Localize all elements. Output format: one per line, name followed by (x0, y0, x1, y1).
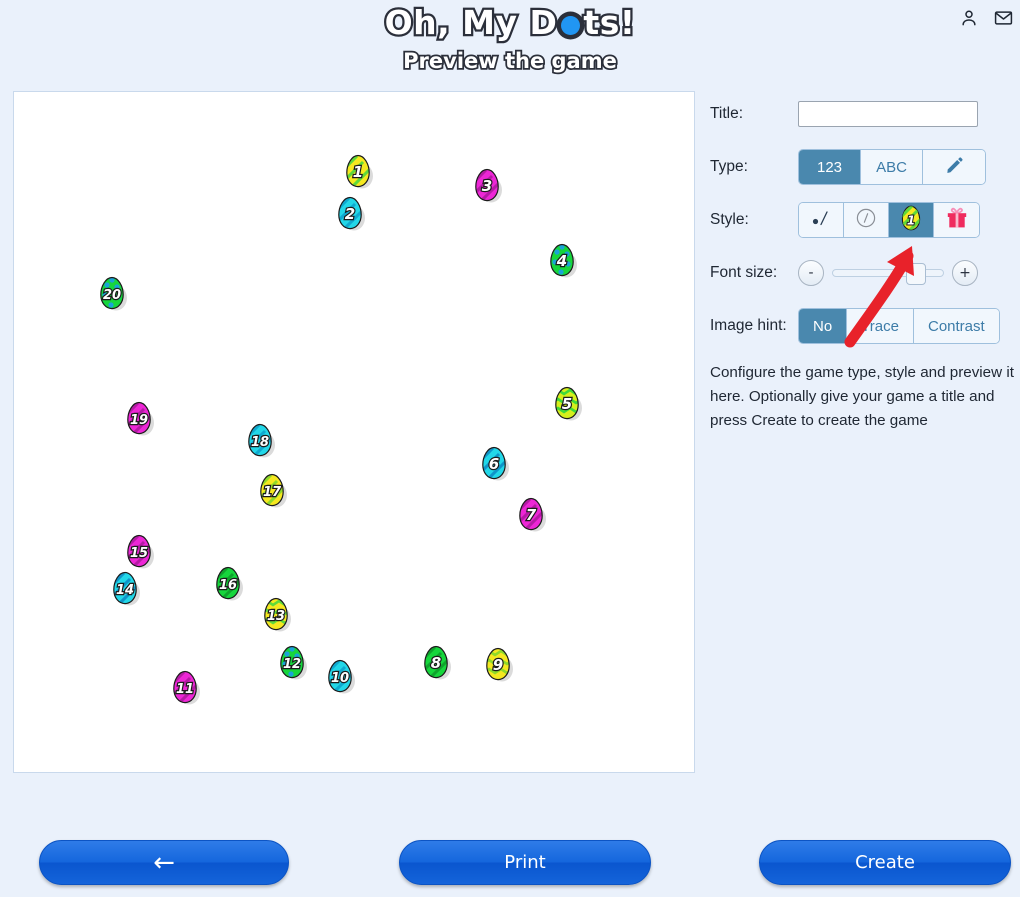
svg-text:12: 12 (283, 657, 301, 672)
font-size-row: Font size: - + (710, 255, 1010, 291)
svg-text:2: 2 (345, 205, 355, 223)
type-option-abc[interactable]: ABC (861, 150, 923, 184)
easter-egg-icon: 1 (901, 205, 921, 235)
style-option-egg[interactable]: 1 (889, 203, 934, 237)
app-logo: Oh, My D ts! (0, 1, 1020, 44)
svg-text:4: 4 (556, 252, 567, 270)
type-row: Type: 123 ABC (710, 149, 1010, 185)
dot-4[interactable]: 4 (549, 243, 577, 278)
image-hint-option-trace[interactable]: Trace (847, 309, 914, 343)
image-hint-label: Image hint: (710, 317, 787, 334)
dot-18[interactable]: 18 (247, 423, 275, 458)
type-label: Type: (710, 158, 748, 175)
style-option-dot[interactable] (799, 203, 844, 237)
page-subtitle: Preview the game (401, 47, 618, 75)
logo-text-after: ts! (581, 1, 637, 44)
dot-2[interactable]: 2 (337, 196, 365, 231)
dot-5[interactable]: 5 (554, 386, 582, 421)
blue-circle-o-icon (560, 16, 580, 35)
action-button-row: ← Print Create (0, 840, 1020, 890)
font-size-slider-group: - + (798, 260, 978, 286)
style-option-circle[interactable] (844, 203, 889, 237)
dot-slash-icon (808, 207, 834, 233)
dot-6[interactable]: 6 (481, 446, 509, 481)
panel-description: Configure the game type, style and previ… (710, 364, 1014, 429)
circle-slash-icon (854, 206, 878, 234)
svg-text:19: 19 (130, 413, 148, 428)
svg-text:11: 11 (176, 682, 194, 697)
page-header: Oh, My D ts! Preview the game (0, 0, 1020, 75)
title-input[interactable] (798, 101, 978, 127)
dot-20[interactable]: 20 (99, 276, 127, 311)
svg-text:10: 10 (331, 671, 349, 686)
font-size-slider-track[interactable] (832, 263, 944, 285)
font-size-increase-button[interactable]: + (952, 260, 978, 286)
print-button[interactable]: Print (399, 840, 651, 885)
pencil-icon (945, 156, 964, 179)
title-label: Title: (710, 105, 744, 122)
gift-box-icon (945, 206, 969, 234)
dot-3[interactable]: 3 (474, 168, 502, 203)
svg-text:5: 5 (562, 395, 572, 413)
font-size-label: Font size: (710, 264, 778, 281)
svg-text:13: 13 (267, 609, 285, 624)
svg-text:9: 9 (493, 656, 503, 674)
arrow-left-icon: ← (153, 847, 175, 878)
type-option-123[interactable]: 123 (799, 150, 861, 184)
game-preview-canvas[interactable]: 1 2 3 4 5 6 7 8 9 10 11 12 13 14 15 16 17 18 19 20 (13, 91, 695, 773)
svg-text:17: 17 (263, 485, 282, 500)
dot-17[interactable]: 17 (259, 473, 287, 508)
svg-text:3: 3 (482, 177, 492, 195)
dot-10[interactable]: 10 (327, 659, 355, 694)
svg-text:15: 15 (130, 546, 148, 561)
style-row: Style: 1 (710, 202, 1010, 238)
type-option-freehand[interactable] (923, 150, 985, 184)
font-size-slider-thumb[interactable] (905, 263, 926, 285)
style-option-gift[interactable] (934, 203, 979, 237)
image-hint-option-contrast[interactable]: Contrast (913, 309, 999, 343)
dot-19[interactable]: 19 (126, 401, 154, 436)
image-hint-option-no[interactable]: No (799, 309, 848, 343)
svg-text:16: 16 (219, 578, 237, 593)
title-row: Title: (710, 96, 1010, 132)
image-hint-row: Image hint: No Trace Contrast (710, 308, 1010, 344)
svg-text:20: 20 (103, 288, 121, 303)
dot-14[interactable]: 14 (112, 571, 140, 606)
dot-1[interactable]: 1 (345, 154, 373, 189)
back-button[interactable]: ← (39, 840, 289, 885)
dot-15[interactable]: 15 (126, 534, 154, 569)
style-segmented-control: 1 (798, 202, 980, 238)
svg-text:8: 8 (431, 654, 441, 672)
style-label: Style: (710, 211, 749, 228)
svg-text:6: 6 (489, 455, 499, 473)
dot-11[interactable]: 11 (172, 670, 200, 705)
settings-panel: Title: Type: 123 ABC Style: 1 Font size:… (710, 96, 1014, 433)
svg-text:1: 1 (907, 214, 915, 228)
svg-text:14: 14 (116, 583, 134, 598)
app-root: Oh, My Dts! Preview the game 1 2 3 4 5 6 7 8 9 10… (0, 0, 1020, 897)
type-segmented-control: 123 ABC (798, 149, 986, 185)
logo-text-before: Oh, My D (382, 1, 559, 44)
svg-text:1: 1 (353, 163, 363, 181)
dot-12[interactable]: 12 (279, 645, 307, 680)
dot-8[interactable]: 8 (423, 645, 451, 680)
font-size-decrease-button[interactable]: - (798, 260, 824, 286)
dot-16[interactable]: 16 (215, 566, 243, 601)
image-hint-segmented-control: No Trace Contrast (798, 308, 1000, 344)
dot-9[interactable]: 9 (485, 647, 513, 682)
create-button[interactable]: Create (759, 840, 1011, 885)
dot-7[interactable]: 7 (518, 497, 546, 532)
dot-13[interactable]: 13 (263, 597, 291, 632)
svg-text:7: 7 (526, 506, 537, 524)
svg-text:18: 18 (251, 435, 269, 450)
